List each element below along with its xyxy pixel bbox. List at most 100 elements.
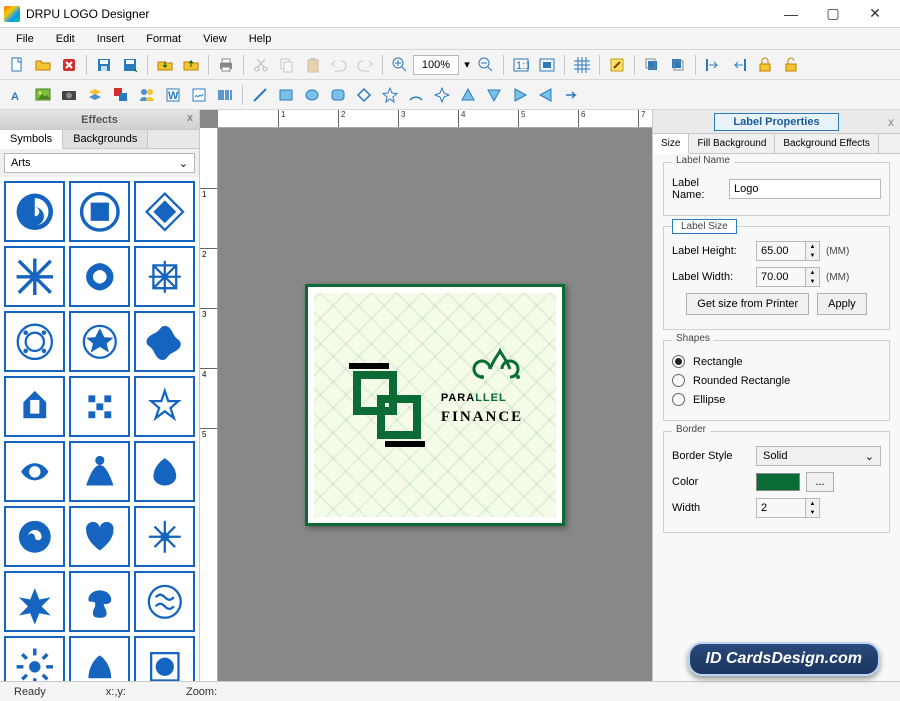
undo-icon[interactable] xyxy=(328,54,350,76)
label-height-input[interactable]: 65.00▲▼ xyxy=(756,241,820,261)
ellipse-filled-icon[interactable] xyxy=(301,84,323,106)
open-icon[interactable] xyxy=(32,54,54,76)
triangle-up-icon[interactable] xyxy=(457,84,479,106)
close-button[interactable]: ✕ xyxy=(854,0,896,28)
canvas[interactable]: PARALLEL FINANCE xyxy=(218,128,652,681)
save-as-icon[interactable] xyxy=(119,54,141,76)
symbol-item[interactable] xyxy=(134,181,195,242)
triangle-down-icon[interactable] xyxy=(483,84,505,106)
spin-up-icon[interactable]: ▲ xyxy=(805,242,819,251)
fit-page-icon[interactable] xyxy=(536,54,558,76)
symbol-item[interactable] xyxy=(4,181,65,242)
symbol-item[interactable] xyxy=(4,571,65,632)
camera-icon[interactable] xyxy=(58,84,80,106)
star-icon[interactable] xyxy=(379,84,401,106)
symbol-item[interactable] xyxy=(4,311,65,372)
shape-option-ellipse[interactable]: Ellipse xyxy=(672,393,881,406)
symbol-item[interactable] xyxy=(4,506,65,567)
triangle-left-icon[interactable] xyxy=(535,84,557,106)
border-style-select[interactable]: Solid⌄ xyxy=(756,446,881,466)
send-back-icon[interactable] xyxy=(667,54,689,76)
redo-icon[interactable] xyxy=(354,54,376,76)
arrow-tool-icon[interactable] xyxy=(561,84,583,106)
zoom-out-icon[interactable] xyxy=(475,54,497,76)
get-size-button[interactable]: Get size from Printer xyxy=(686,293,809,315)
bring-front-icon[interactable] xyxy=(641,54,663,76)
label-width-input[interactable]: 70.00▲▼ xyxy=(756,267,820,287)
border-width-input[interactable]: 2▲▼ xyxy=(756,498,820,518)
symbol-item[interactable] xyxy=(4,376,65,437)
zoom-in-icon[interactable] xyxy=(389,54,411,76)
roundrect-icon[interactable] xyxy=(327,84,349,106)
star4-icon[interactable] xyxy=(431,84,453,106)
zoom-dropdown-icon[interactable]: ▾ xyxy=(461,54,473,76)
image-tool-icon[interactable] xyxy=(32,84,54,106)
logo-mark[interactable] xyxy=(347,365,427,445)
symbol-item[interactable] xyxy=(69,441,130,502)
symbol-item[interactable] xyxy=(134,571,195,632)
spin-up-icon[interactable]: ▲ xyxy=(805,268,819,277)
save-icon[interactable] xyxy=(93,54,115,76)
copy-icon[interactable] xyxy=(276,54,298,76)
spin-down-icon[interactable]: ▼ xyxy=(805,508,819,517)
menu-format[interactable]: Format xyxy=(136,31,191,47)
spin-up-icon[interactable]: ▲ xyxy=(805,499,819,508)
tab-fill-background[interactable]: Fill Background xyxy=(689,134,775,153)
spin-down-icon[interactable]: ▼ xyxy=(805,277,819,286)
symbol-item[interactable] xyxy=(134,311,195,372)
paste-icon[interactable] xyxy=(302,54,324,76)
arc-icon[interactable] xyxy=(405,84,427,106)
delete-icon[interactable] xyxy=(58,54,80,76)
menu-help[interactable]: Help xyxy=(239,31,282,47)
tab-symbols[interactable]: Symbols xyxy=(0,130,63,149)
effects-panel-close-icon[interactable]: x xyxy=(187,112,193,124)
line-tool-icon[interactable] xyxy=(249,84,271,106)
new-icon[interactable] xyxy=(6,54,28,76)
apply-button[interactable]: Apply xyxy=(817,293,867,315)
signature-icon[interactable] xyxy=(188,84,210,106)
align-right-icon[interactable] xyxy=(728,54,750,76)
tab-backgrounds[interactable]: Backgrounds xyxy=(63,130,148,148)
symbol-item[interactable] xyxy=(69,571,130,632)
label-name-input[interactable] xyxy=(729,179,881,199)
symbol-item[interactable] xyxy=(134,636,195,681)
symbol-item[interactable] xyxy=(4,636,65,681)
unlock-icon[interactable] xyxy=(780,54,802,76)
grid-icon[interactable] xyxy=(571,54,593,76)
print-icon[interactable] xyxy=(215,54,237,76)
maximize-button[interactable]: ▢ xyxy=(812,0,854,28)
shape-option-rounded-rectangle[interactable]: Rounded Rectangle xyxy=(672,374,881,387)
triangle-right-icon[interactable] xyxy=(509,84,531,106)
label-canvas[interactable]: PARALLEL FINANCE xyxy=(305,284,565,526)
logo-text[interactable]: PARALLEL FINANCE xyxy=(441,384,523,426)
tab-background-effects[interactable]: Background Effects xyxy=(775,134,879,153)
menu-edit[interactable]: Edit xyxy=(46,31,85,47)
shape-option-rectangle[interactable]: Rectangle xyxy=(672,355,881,368)
symbol-item[interactable] xyxy=(134,246,195,307)
export-icon[interactable] xyxy=(180,54,202,76)
symbol-item[interactable] xyxy=(134,441,195,502)
symbol-item[interactable] xyxy=(69,246,130,307)
align-left-icon[interactable] xyxy=(702,54,724,76)
import-icon[interactable] xyxy=(154,54,176,76)
actual-size-icon[interactable]: 1:1 xyxy=(510,54,532,76)
lock-icon[interactable] xyxy=(754,54,776,76)
barcode-icon[interactable] xyxy=(214,84,236,106)
symbol-item[interactable] xyxy=(134,506,195,567)
edit-tool-icon[interactable] xyxy=(606,54,628,76)
zoom-input[interactable] xyxy=(413,55,459,75)
symbol-item[interactable] xyxy=(134,376,195,437)
menu-view[interactable]: View xyxy=(193,31,237,47)
symbol-category-select[interactable]: Arts ⌄ xyxy=(4,153,195,173)
cut-icon[interactable] xyxy=(250,54,272,76)
symbol-item[interactable] xyxy=(69,311,130,372)
symbol-item[interactable] xyxy=(69,376,130,437)
menu-file[interactable]: File xyxy=(6,31,44,47)
word-icon[interactable]: W xyxy=(162,84,184,106)
tab-size[interactable]: Size xyxy=(653,134,689,154)
properties-close-icon[interactable]: x xyxy=(888,115,894,129)
symbol-item[interactable] xyxy=(4,441,65,502)
border-color-swatch[interactable] xyxy=(756,473,800,491)
diamond-icon[interactable] xyxy=(353,84,375,106)
color-picker-button[interactable]: ... xyxy=(806,472,834,492)
